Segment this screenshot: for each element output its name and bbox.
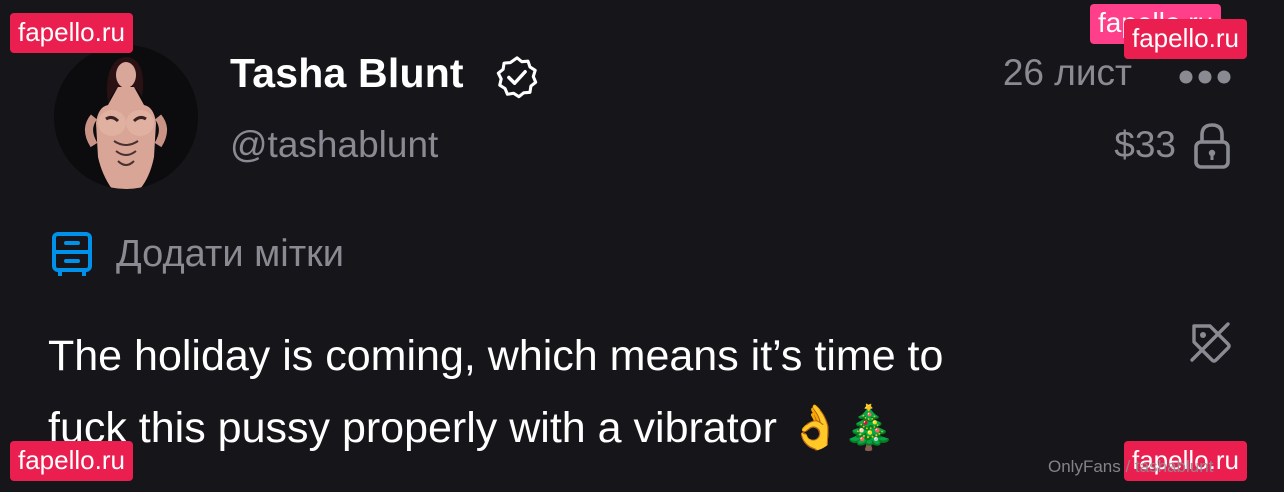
- post-price: $33: [1114, 124, 1176, 165]
- lock-icon: [1194, 123, 1230, 169]
- tag-off-icon[interactable]: [1186, 318, 1234, 366]
- avatar[interactable]: [54, 45, 198, 189]
- avatar-image: [54, 45, 198, 189]
- watermark-top-left: fapello.ru: [10, 13, 133, 53]
- post-card: Tasha Blunt @tashablunt 26 лист $33 Дода…: [0, 0, 1284, 492]
- post-date[interactable]: 26 лист: [1003, 52, 1132, 94]
- username[interactable]: @tashablunt: [230, 124, 438, 166]
- post-text-line-2: fuck this pussy properly with a vibrator…: [48, 392, 1128, 464]
- post-text-line-2-text: fuck this pussy properly with a vibrator: [48, 404, 777, 452]
- tag-collection-icon: [52, 232, 92, 276]
- site-watermark: OnlyFans / tashablunt: [1048, 457, 1214, 476]
- add-tags-button[interactable]: Додати мітки: [50, 226, 344, 282]
- more-dots-icon[interactable]: [1176, 62, 1236, 92]
- post-emojis: 👌🎄: [788, 403, 896, 453]
- verified-badge-icon: [496, 56, 538, 99]
- add-tags-label: Додати мітки: [116, 232, 344, 275]
- post-text: The holiday is coming, which means it’s …: [48, 320, 1128, 464]
- watermark-top-right: fapello.ru: [1124, 19, 1247, 59]
- author-name[interactable]: Tasha Blunt: [230, 50, 464, 97]
- post-text-line-1: The holiday is coming, which means it’s …: [48, 332, 944, 380]
- watermark-bottom-left: fapello.ru: [10, 441, 133, 481]
